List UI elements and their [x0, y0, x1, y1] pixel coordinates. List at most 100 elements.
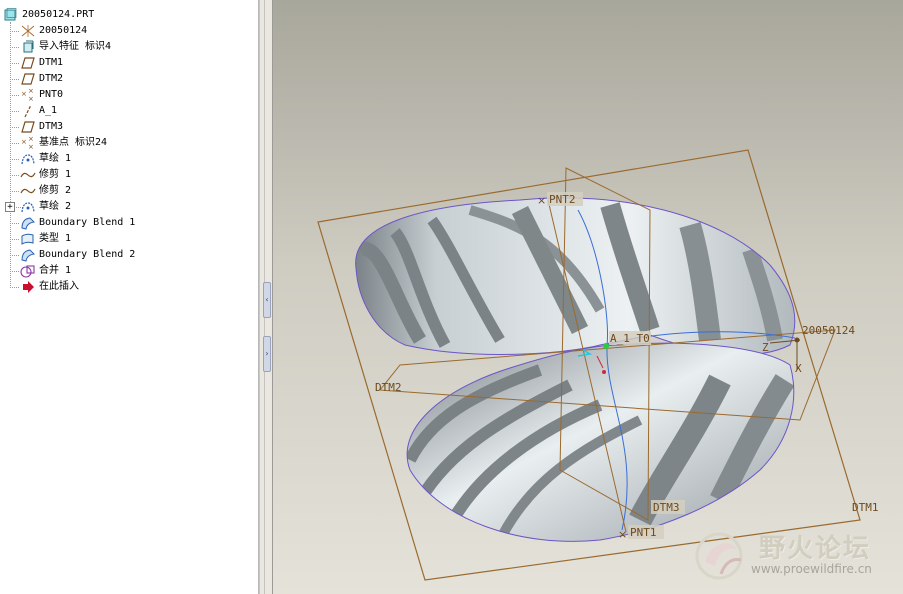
- tree-item-boundary-blend-1[interactable]: Boundary Blend 1: [20, 215, 135, 231]
- tree-connector: [10, 143, 19, 144]
- forum-watermark: 野火论坛 www.proewildfire.cn: [691, 528, 891, 586]
- tree-connector: [10, 239, 19, 240]
- tree-item-label: 导入特征 标识4: [39, 41, 112, 52]
- tree-connector: [10, 255, 19, 256]
- tree-item-sketch-1[interactable]: 草绘 1: [20, 151, 71, 167]
- surface-icon: [20, 232, 36, 246]
- tree-connector: [10, 175, 19, 176]
- tree-connector: [10, 79, 19, 80]
- part-icon: [3, 8, 19, 22]
- tree-item-a1[interactable]: A_1: [20, 103, 57, 119]
- pivot-point-icon: [602, 370, 606, 374]
- collapse-left-arrow-icon[interactable]: ‹: [263, 282, 271, 318]
- tree-connector: [10, 95, 19, 96]
- tree-connector: [10, 223, 19, 224]
- datum-plane-icon: [20, 72, 36, 86]
- svg-text:×: ×: [28, 95, 34, 102]
- tree-connector: [10, 271, 19, 272]
- tree-item-label: 草绘 1: [39, 153, 72, 164]
- label-dtm3[interactable]: DTM3: [653, 501, 680, 514]
- tree-item-label: 在此插入: [39, 281, 79, 292]
- tree-item-label: 合并 1: [39, 265, 72, 276]
- tree-root-part[interactable]: 20050124.PRT: [3, 7, 94, 23]
- expand-right-arrow-icon[interactable]: ›: [263, 336, 271, 372]
- trim-icon: [20, 184, 36, 198]
- tree-item-trim-2[interactable]: 修剪 2: [20, 183, 71, 199]
- tree-item-label: PNT0: [39, 89, 64, 100]
- tree-item-label: DTM1: [39, 57, 64, 68]
- svg-text:×: ×: [28, 136, 34, 143]
- watermark-logo-icon: [695, 532, 743, 580]
- tree-connector: [10, 111, 19, 112]
- tree-item-merge-1[interactable]: 合并 1: [20, 263, 71, 279]
- watermark-url: www.proewildfire.cn: [751, 562, 872, 576]
- label-dtm1[interactable]: DTM1: [852, 501, 879, 514]
- tree-item-type-1[interactable]: 类型 1: [20, 231, 71, 247]
- tree-connector: [10, 63, 19, 64]
- tree-item-dtm2[interactable]: DTM2: [20, 71, 63, 87]
- tree-item-datum-point-24[interactable]: × × × 基准点 标识24: [20, 135, 107, 151]
- tree-item-label: 草绘 2: [39, 201, 72, 212]
- svg-text:×: ×: [21, 90, 27, 98]
- datum-plane-icon: [20, 56, 36, 70]
- label-axis-z: Z: [762, 341, 769, 354]
- tree-item-import-feature[interactable]: 导入特征 标识4: [20, 39, 111, 55]
- tree-item-label: Boundary Blend 2: [39, 249, 136, 260]
- tree-item-label: 类型 1: [39, 233, 72, 244]
- pnt1-marker-icon[interactable]: ×: [618, 528, 627, 541]
- tree-connector: [10, 287, 19, 288]
- tree-item-trim-1[interactable]: 修剪 1: [20, 167, 71, 183]
- tree-item-sketch-2[interactable]: 草绘 2: [20, 199, 71, 215]
- svg-text:×: ×: [28, 143, 34, 150]
- graphics-window[interactable]: × × PNT2 PNT1 A_1 T0 20050124 DTM1 DTM2 …: [273, 0, 903, 594]
- tree-connector: [10, 47, 19, 48]
- tree-item-label: 修剪 1: [39, 169, 72, 180]
- watermark-title: 野火论坛: [759, 534, 872, 564]
- model-tree: 20050124.PRT 20050124 导入特征 标识4 DTM1 DTM2…: [0, 0, 259, 594]
- merge-icon: [20, 264, 36, 278]
- tree-connector: [10, 22, 11, 286]
- tree-item-label: A_1: [39, 105, 58, 116]
- tree-item-pnt0[interactable]: × × × PNT0: [20, 87, 63, 103]
- svg-text:×: ×: [21, 138, 27, 146]
- datum-plane-icon: [20, 120, 36, 134]
- label-csys[interactable]: 20050124: [802, 324, 855, 337]
- tree-item-label: 基准点 标识24: [39, 137, 108, 148]
- insert-here-arrow-icon: [20, 280, 36, 294]
- tree-connector: [10, 191, 19, 192]
- tree-item-label: 修剪 2: [39, 185, 72, 196]
- label-pnt1[interactable]: PNT1: [630, 526, 657, 539]
- origin-point-icon: [603, 343, 609, 349]
- panel-splitter[interactable]: ‹ ›: [259, 0, 273, 594]
- datum-axis-icon: [20, 104, 36, 118]
- boundary-blend-icon: [20, 216, 36, 230]
- datum-point-icon: × × ×: [20, 87, 36, 103]
- import-feature-icon: [20, 40, 36, 54]
- model-render: × × PNT2 PNT1 A_1 T0 20050124 DTM1 DTM2 …: [317, 149, 879, 581]
- tree-connector: [10, 127, 19, 128]
- csys-icon: [20, 24, 36, 38]
- label-axis-x: X: [795, 362, 802, 375]
- tree-connector: [10, 31, 19, 32]
- tree-root-label: 20050124.PRT: [22, 9, 95, 20]
- tree-expand-toggle[interactable]: +: [5, 202, 15, 212]
- label-dtm2[interactable]: DTM2: [375, 381, 402, 394]
- svg-text:×: ×: [28, 88, 34, 95]
- surface-bottom-lobe[interactable]: [390, 335, 810, 555]
- pnt2-marker-icon[interactable]: ×: [537, 194, 546, 207]
- tree-item-label: DTM3: [39, 121, 64, 132]
- sketch-icon: [20, 200, 36, 214]
- tree-item-boundary-blend-2[interactable]: Boundary Blend 2: [20, 247, 135, 263]
- tree-item-csys[interactable]: 20050124: [20, 23, 87, 39]
- label-a1-pnt0[interactable]: A_1 T0: [610, 332, 650, 345]
- tree-item-dtm1[interactable]: DTM1: [20, 55, 63, 71]
- tree-item-label: DTM2: [39, 73, 64, 84]
- tree-connector: [10, 159, 19, 160]
- sketch-icon: [20, 152, 36, 166]
- datum-point-icon: × × ×: [20, 135, 36, 151]
- tree-item-insert-here[interactable]: 在此插入: [20, 279, 79, 295]
- label-pnt2[interactable]: PNT2: [549, 193, 576, 206]
- trim-icon: [20, 168, 36, 182]
- tree-item-label: Boundary Blend 1: [39, 217, 136, 228]
- tree-item-dtm3[interactable]: DTM3: [20, 119, 63, 135]
